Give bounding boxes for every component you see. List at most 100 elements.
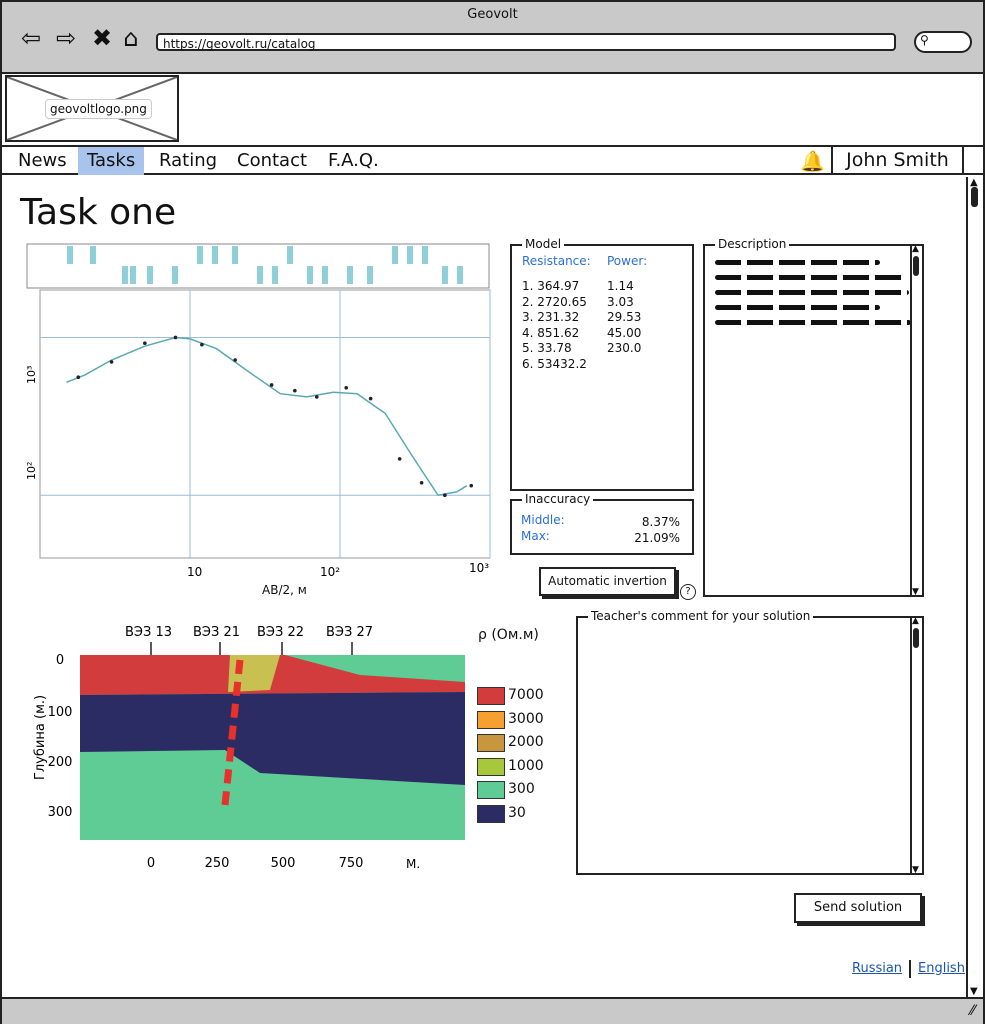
data-point (397, 457, 402, 461)
data-point (314, 395, 319, 399)
user-name[interactable]: John Smith (831, 147, 964, 175)
x-tick-label: 10³ (469, 561, 489, 575)
track-mark (422, 246, 428, 264)
forward-icon[interactable]: ⇨ (52, 24, 80, 52)
track-mark (130, 266, 136, 284)
depth-tick: 0 (56, 653, 64, 668)
power-value: 1.14 (607, 279, 634, 293)
resistance-value: 3. 231.32 (522, 310, 580, 324)
middle-value: 8.37% (641, 515, 680, 529)
track-mark (67, 246, 73, 264)
menu-item-faq[interactable]: F.A.Q. (319, 147, 388, 175)
resistance-value: 2. 2720.65 (522, 294, 587, 309)
teacher-comment-scrollbar[interactable]: ▲ ▼ (910, 616, 922, 875)
y-tick-label: 10³ (25, 366, 38, 384)
track-mark (257, 266, 263, 284)
page-scrollbar[interactable]: ▲ ▼ (966, 177, 983, 997)
depth-tick: 200 (48, 755, 73, 770)
legend-title: ρ (Ом.м) (478, 627, 539, 643)
resistance-header: Resistance: (522, 254, 591, 268)
menu-item-contact[interactable]: Contact (228, 147, 316, 175)
scroll-down-icon[interactable]: ▼ (970, 986, 978, 997)
description-panel: Description ▲ ▼ (703, 237, 924, 597)
track-mark (172, 266, 178, 284)
resistance-value: 6. 53432.2 (522, 356, 587, 371)
back-icon[interactable]: ⇦ (17, 24, 45, 52)
legend-swatch (477, 757, 505, 776)
help-icon[interactable]: ? (680, 584, 696, 600)
plot-area (39, 289, 491, 559)
resistance-value: 4. 851.62 (522, 325, 580, 340)
resistance-value: 5. 33.78 (522, 341, 572, 355)
logo: geovoltlogo.png (5, 75, 179, 142)
data-point (109, 360, 114, 364)
track-mark (392, 246, 398, 264)
x-tick-label: 10² (320, 565, 340, 579)
legend-label: 7000 (508, 687, 544, 703)
legend-item: 30 (477, 804, 547, 823)
menu-item-rating[interactable]: Rating (150, 147, 226, 175)
station-ticks (150, 642, 353, 656)
track-mark (347, 266, 353, 284)
scroll-up-icon[interactable]: ▲ (912, 244, 919, 254)
data-point (344, 385, 349, 390)
data-point (419, 480, 424, 485)
menu-item-news[interactable]: News (9, 147, 76, 175)
menu-item-tasks[interactable]: Tasks (78, 147, 145, 175)
scroll-thumb[interactable] (913, 628, 919, 648)
scroll-up-icon[interactable]: ▲ (912, 616, 919, 626)
resistance-list: 1. 364.97 2. 2720.65 3. 231.32 4. 851.62 5. … (522, 279, 587, 372)
window-title: Geovolt (467, 7, 518, 22)
close-icon[interactable]: ✖ (88, 24, 116, 52)
data-point (469, 483, 474, 488)
data-point (368, 396, 373, 401)
power-value: 29.53 (607, 310, 642, 324)
search-icon: ⚲ (920, 33, 929, 47)
geoelectric-section: ВЭЗ 13 ВЭЗ 21 ВЭЗ 22 ВЭЗ 27 Глубина (м.)… (33, 625, 465, 871)
data-point (200, 342, 204, 347)
x-axis-label: AB/2, м (262, 583, 307, 597)
scroll-down-icon[interactable]: ▼ (912, 865, 919, 875)
legend-label: 3000 (508, 710, 544, 727)
track-mark (197, 246, 203, 264)
track-mark (122, 266, 128, 284)
description-scrollbar[interactable]: ▲ ▼ (910, 244, 922, 597)
max-value: 21.09% (634, 531, 680, 545)
track-mark (322, 266, 328, 284)
sounding-chart: 10 10² 10³ AB/2, м 10³ 10² (25, 243, 491, 579)
legend-item: 2000 (477, 734, 547, 752)
bell-icon[interactable]: 🔔 (800, 149, 825, 173)
automatic-inversion-button[interactable]: Automatic invertion (539, 567, 676, 596)
x-tick: 750 (339, 856, 364, 871)
legend-item: 7000 (477, 687, 547, 705)
model-panel: Model Resistance: Power: 1. 364.97 2. 272… (510, 237, 694, 491)
x-tick: 250 (205, 856, 230, 871)
data-point (269, 383, 274, 387)
middle-label: Middle: (521, 513, 565, 527)
search-field[interactable]: ⚲ (914, 31, 972, 53)
legend-swatch (477, 734, 505, 752)
url-field[interactable]: https://geovolt.ru/catalog (156, 33, 896, 51)
scroll-thumb[interactable] (913, 256, 919, 276)
data-point (173, 335, 178, 340)
track-mark (232, 246, 238, 264)
depth-tick: 100 (48, 705, 73, 720)
inaccuracy-panel: Inaccuracy Middle: 8.37% Max: 21.09% (510, 492, 694, 555)
x-tick: 0 (147, 856, 155, 871)
send-solution-button[interactable]: Send solution (794, 893, 922, 923)
language-russian-link[interactable]: Russian (852, 961, 902, 976)
resize-grip-icon[interactable]: ⁄⁄ (970, 1003, 975, 1019)
max-label: Max: (521, 529, 550, 543)
description-text (715, 260, 911, 335)
legend-label: 300 (508, 781, 535, 797)
legend-item: 3000 (477, 710, 547, 729)
language-english-link[interactable]: English (918, 961, 965, 976)
home-icon[interactable]: ⌂ (117, 24, 145, 52)
station-label: ВЭЗ 22 (257, 625, 304, 640)
station-label: ВЭЗ 21 (193, 625, 240, 640)
page-scroll-thumb[interactable] (971, 187, 978, 207)
legend-label: 30 (508, 804, 526, 821)
scroll-down-icon[interactable]: ▼ (912, 587, 919, 597)
title-bar: Geovolt ⇦ ⇨ ✖ ⌂ https://geovolt.ru/catal… (2, 2, 983, 74)
data-point (76, 375, 81, 380)
